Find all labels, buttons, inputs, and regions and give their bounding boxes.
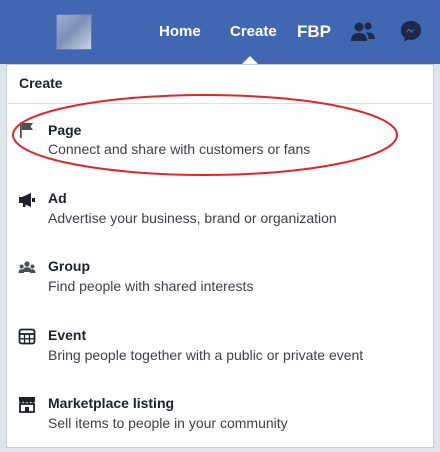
calendar-icon <box>18 328 36 345</box>
menu-item-title: Marketplace listing <box>48 395 175 411</box>
menu-item-ad[interactable]: Ad Advertise your business, brand or org… <box>7 187 433 247</box>
menu-item-title: Page <box>48 122 82 138</box>
flag-icon <box>20 122 33 138</box>
menu-item-description: Sell items to people in your community <box>48 415 288 431</box>
messenger-icon[interactable] <box>398 19 424 43</box>
group-icon <box>18 261 36 273</box>
menu-item-description: Find people with shared interests <box>48 278 254 294</box>
nav-home-link[interactable]: Home <box>159 0 201 64</box>
storefront-icon <box>19 397 35 413</box>
create-dropdown-menu: Create Page Connect and share with custo… <box>6 64 434 448</box>
menu-item-description: Connect and share with customers or fans <box>48 141 311 157</box>
menu-item-marketplace-listing[interactable]: Marketplace listing Sell items to people… <box>7 392 433 452</box>
megaphone-icon <box>19 193 35 207</box>
menu-item-title: Event <box>48 327 87 343</box>
profile-thumbnail[interactable] <box>56 14 92 50</box>
menu-item-description: Advertise your business, brand or organi… <box>48 210 337 226</box>
divider <box>8 103 432 104</box>
nav-fbp-link[interactable]: FBP <box>297 0 331 64</box>
dropdown-caret <box>242 56 258 64</box>
menu-item-title: Group <box>48 258 90 274</box>
menu-item-event[interactable]: Event Bring people together with a publi… <box>7 324 433 384</box>
menu-item-page[interactable]: Page Connect and share with customers or… <box>7 115 433 175</box>
menu-item-description: Bring people together with a public or p… <box>48 347 364 363</box>
top-navigation-bar: Home Create FBP <box>0 0 440 64</box>
dropdown-title: Create <box>19 75 63 91</box>
friends-icon[interactable] <box>350 20 376 44</box>
nav-create-link[interactable]: Create <box>230 0 277 64</box>
menu-item-title: Ad <box>48 190 67 206</box>
menu-item-group[interactable]: Group Find people with shared interests <box>7 255 433 315</box>
